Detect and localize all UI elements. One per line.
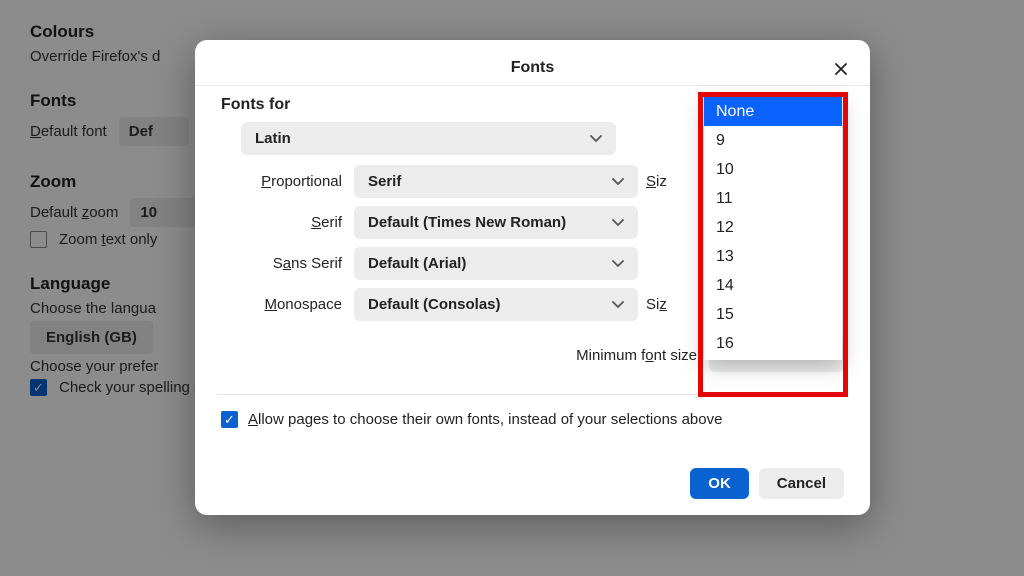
ok-button[interactable]: OK <box>690 468 749 499</box>
monospace-select[interactable]: Default (Consolas) <box>354 288 638 321</box>
dropdown-option[interactable]: 16 <box>704 329 842 358</box>
dropdown-option[interactable]: 10 <box>704 155 842 184</box>
monospace-value: Default (Consolas) <box>368 296 501 313</box>
divider <box>217 394 848 395</box>
proportional-label: Proportional <box>221 173 346 190</box>
sans-serif-value: Default (Arial) <box>368 255 466 272</box>
dropdown-option[interactable]: 14 <box>704 271 842 300</box>
dropdown-option[interactable]: 13 <box>704 242 842 271</box>
dropdown-option[interactable]: 17 <box>704 358 842 360</box>
proportional-select[interactable]: Serif <box>354 165 638 198</box>
dropdown-option[interactable]: 9 <box>704 126 842 155</box>
fonts-for-value: Latin <box>255 130 291 147</box>
chevron-down-icon <box>590 135 602 143</box>
dropdown-option[interactable]: 15 <box>704 300 842 329</box>
fonts-dialog: Fonts Fonts for Latin Proportional Serif… <box>195 40 870 515</box>
chevron-down-icon <box>612 301 624 309</box>
close-button[interactable] <box>828 56 854 82</box>
close-icon <box>833 61 849 77</box>
dropdown-option[interactable]: None <box>704 97 842 126</box>
serif-value: Default (Times New Roman) <box>368 214 566 231</box>
allow-pages-label: Allow pages to choose their own fonts, i… <box>248 411 722 428</box>
min-font-size-label: Minimum font size <box>576 347 697 364</box>
sans-serif-label: Sans Serif <box>221 255 346 272</box>
monospace-label: Monospace <box>221 296 346 313</box>
cancel-button[interactable]: Cancel <box>759 468 844 499</box>
min-font-size-dropdown[interactable]: None91011121314151617 <box>704 97 842 360</box>
fonts-for-select[interactable]: Latin <box>241 122 616 155</box>
allow-pages-checkbox[interactable] <box>221 411 238 428</box>
dropdown-option[interactable]: 12 <box>704 213 842 242</box>
dialog-header: Fonts <box>195 50 870 86</box>
chevron-down-icon <box>612 219 624 227</box>
chevron-down-icon <box>612 178 624 186</box>
proportional-value: Serif <box>368 173 401 190</box>
chevron-down-icon <box>612 260 624 268</box>
dropdown-option[interactable]: 11 <box>704 184 842 213</box>
sans-serif-select[interactable]: Default (Arial) <box>354 247 638 280</box>
dialog-title: Fonts <box>511 59 555 77</box>
serif-label: Serif <box>221 214 346 231</box>
serif-select[interactable]: Default (Times New Roman) <box>354 206 638 239</box>
